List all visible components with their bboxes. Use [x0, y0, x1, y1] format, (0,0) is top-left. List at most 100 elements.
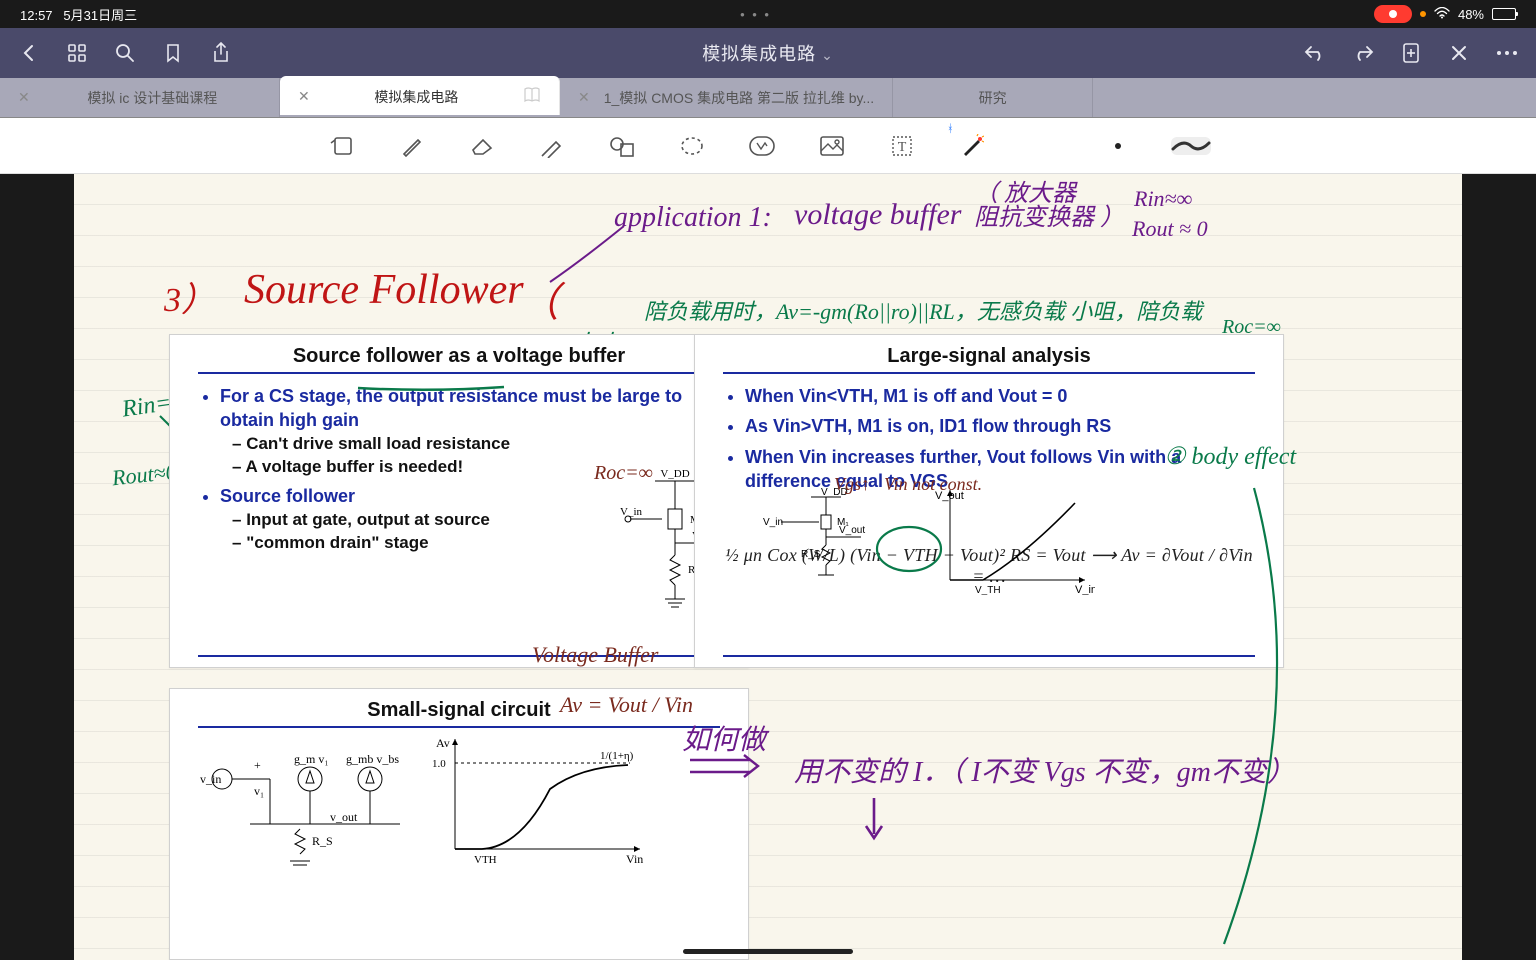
close-button[interactable] — [1448, 42, 1470, 64]
svg-text:1/(1+η): 1/(1+η) — [600, 750, 634, 762]
green-circle — [874, 524, 944, 574]
tab-item-1[interactable]: ✕ 模拟集成电路 — [280, 76, 560, 115]
lasso-tool-icon[interactable] — [675, 129, 709, 163]
svg-text:Vin: Vin — [626, 852, 643, 866]
search-icon[interactable] — [114, 42, 136, 64]
hand-not-const: Vin not const. — [884, 474, 982, 495]
battery-percent: 48% — [1458, 7, 1484, 22]
screen-record-indicator[interactable] — [1374, 5, 1412, 23]
hand-vb: Voltage Buffer — [532, 642, 658, 668]
slide-voltage-buffer: Source follower as a voltage buffer For … — [169, 334, 749, 668]
av-plot: Av Vin 1.0 1/(1+η) VTH — [430, 729, 680, 849]
home-indicator[interactable] — [683, 949, 853, 954]
hand-app1: application 1: — [614, 202, 772, 234]
editing-toolbar: T ᚼ — [0, 118, 1536, 174]
document-title[interactable]: 模拟集成电路 — [258, 40, 1278, 66]
status-date: 5月31日周三 — [63, 8, 137, 23]
sticker-tool-icon[interactable] — [745, 129, 779, 163]
status-right: 48% — [1374, 5, 1516, 23]
note-page[interactable]: 3） Source Follower （ application 1: volt… — [74, 174, 1462, 960]
add-page-button[interactable] — [1400, 42, 1422, 64]
hand-underline — [356, 383, 506, 393]
hand-av-ratio: Av = Vout / Vin — [560, 692, 693, 718]
pen-color-swatch[interactable] — [1101, 129, 1135, 163]
tab-label: 1_模拟 CMOS 集成电路 第二版 拉扎维 by... — [604, 88, 874, 108]
svg-text:v₁: v₁ — [254, 784, 264, 798]
more-icon[interactable] — [1496, 42, 1518, 64]
svg-text:V_DD: V_DD — [660, 468, 689, 480]
laser-pointer-tool-icon[interactable]: ᚼ — [955, 129, 989, 163]
document-title-text: 模拟集成电路 — [702, 44, 816, 64]
tab-bar: ✕ 模拟 ic 设计基础课程 ✕ 模拟集成电路 ✕ 1_模拟 CMOS 集成电路… — [0, 78, 1536, 118]
slide-bullet: When Vin<VTH, M1 is off and Vout = 0 — [745, 384, 1255, 408]
undo-button[interactable] — [1304, 42, 1326, 64]
pen-stroke-preview[interactable] — [1171, 137, 1211, 155]
shape-tool-icon[interactable] — [605, 129, 639, 163]
svg-text:Av: Av — [436, 736, 450, 750]
svg-text:R_S: R_S — [312, 834, 333, 848]
status-time-date: 12:57 5月31日周三 — [20, 5, 137, 24]
status-time: 12:57 — [20, 8, 53, 23]
pen-tool-icon[interactable] — [395, 129, 429, 163]
redo-button[interactable] — [1352, 42, 1374, 64]
close-icon[interactable]: ✕ — [298, 88, 310, 105]
svg-text:R_S: R_S — [801, 549, 821, 560]
close-icon[interactable]: ✕ — [18, 89, 30, 106]
green-curve-right — [1194, 484, 1314, 954]
svg-text:+: + — [254, 758, 261, 772]
svg-text:1.0: 1.0 — [432, 758, 446, 770]
tab-item-3[interactable]: 研究 — [893, 78, 1093, 117]
nav-left-group — [18, 42, 232, 64]
bluetooth-icon: ᚼ — [947, 123, 954, 135]
svg-text:V_in: V_in — [620, 506, 643, 518]
hand-use-const: 用不变的 I．（ I不变 Vgs 不变，gm不变） — [794, 750, 1295, 790]
wifi-icon — [1434, 7, 1450, 22]
slide-bullet: As Vin>VTH, M1 is on, ID1 flow through R… — [745, 414, 1255, 438]
vout-vin-plot: V_in V_out V_TH — [935, 485, 1095, 595]
slide-small-signal: Small-signal circuit v_in + v₁ g_m v₁ g_… — [169, 688, 749, 960]
svg-text:g_mb v_bs: g_mb v_bs — [346, 752, 399, 766]
hand-double-arrow — [684, 752, 764, 782]
hand-heading-num: 3） — [164, 272, 215, 321]
sub-bullet: Can't drive small load resistance — [220, 433, 720, 456]
hand-heading: Source Follower — [244, 266, 524, 314]
book-outline-icon — [523, 87, 541, 106]
slide-title: Large-signal analysis — [723, 345, 1255, 374]
canvas-area[interactable]: 3） Source Follower （ application 1: volt… — [0, 174, 1536, 960]
tab-item-0[interactable]: ✕ 模拟 ic 设计基础课程 — [0, 78, 280, 117]
tab-label: 研究 — [911, 88, 1074, 108]
schematic-small-signal: v_in + v₁ g_m v₁ g_mb v_bs v_out — [200, 729, 350, 849]
hand-arrow-1 — [542, 220, 632, 290]
hand-rdc: Roc=∞ — [594, 462, 653, 485]
mic-indicator-dot — [1420, 11, 1426, 17]
close-icon[interactable]: ✕ — [578, 89, 590, 106]
battery-icon — [1492, 8, 1516, 20]
svg-text:VTH: VTH — [474, 854, 497, 866]
hand-rin: Rin≈∞ — [1134, 186, 1192, 212]
app-toolbar: 模拟集成电路 — [0, 28, 1536, 78]
tab-item-2[interactable]: ✕ 1_模拟 CMOS 集成电路 第二版 拉扎维 by... — [560, 78, 893, 117]
readonly-mode-icon[interactable] — [325, 129, 359, 163]
hand-bracket: （ 放大器阻抗变换器 ） — [974, 182, 1124, 230]
status-bar: 12:57 5月31日周三 • • • 48% — [0, 0, 1536, 28]
slide-title: Source follower as a voltage buffer — [198, 345, 720, 374]
highlighter-tool-icon[interactable] — [535, 129, 569, 163]
svg-text:V_out: V_out — [839, 525, 865, 536]
nav-right-group — [1304, 42, 1518, 64]
svg-text:v_in: v_in — [200, 772, 221, 786]
svg-text:V_TH: V_TH — [975, 585, 1001, 595]
tab-label: 模拟集成电路 — [324, 87, 509, 107]
hand-vgs: Vgs↑ — [834, 474, 870, 495]
multitask-dots[interactable]: • • • — [137, 7, 1374, 22]
eraser-tool-icon[interactable] — [465, 129, 499, 163]
svg-text:v_out: v_out — [330, 810, 358, 824]
back-button[interactable] — [18, 42, 40, 64]
hand-note-top: 陪负载用时，Av=-gm(Ro||ro)||RL，无感负载 小咀，陪负载 — [644, 294, 1202, 326]
hand-body-effect: ② body effect — [1164, 442, 1296, 471]
grid-icon[interactable] — [66, 42, 88, 64]
text-tool-icon[interactable]: T — [885, 129, 919, 163]
bookmark-icon[interactable] — [162, 42, 184, 64]
share-icon[interactable] — [210, 42, 232, 64]
hand-down-arrow — [854, 794, 894, 844]
image-tool-icon[interactable] — [815, 129, 849, 163]
